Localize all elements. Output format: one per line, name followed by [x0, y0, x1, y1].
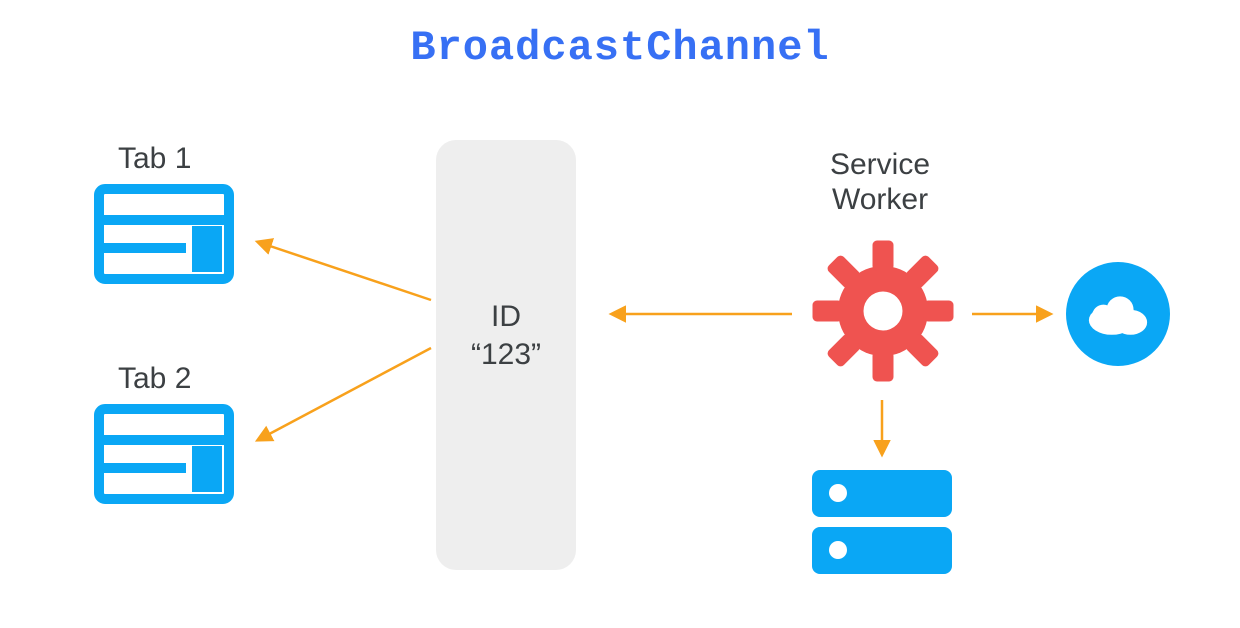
diagram-stage: BroadcastChannel Tab 1 Tab 2 ID “123” Se… [0, 0, 1240, 628]
arrows-layer [0, 0, 1240, 628]
arrow-channel-to-tab1 [258, 242, 431, 300]
arrow-channel-to-tab2 [258, 348, 431, 440]
